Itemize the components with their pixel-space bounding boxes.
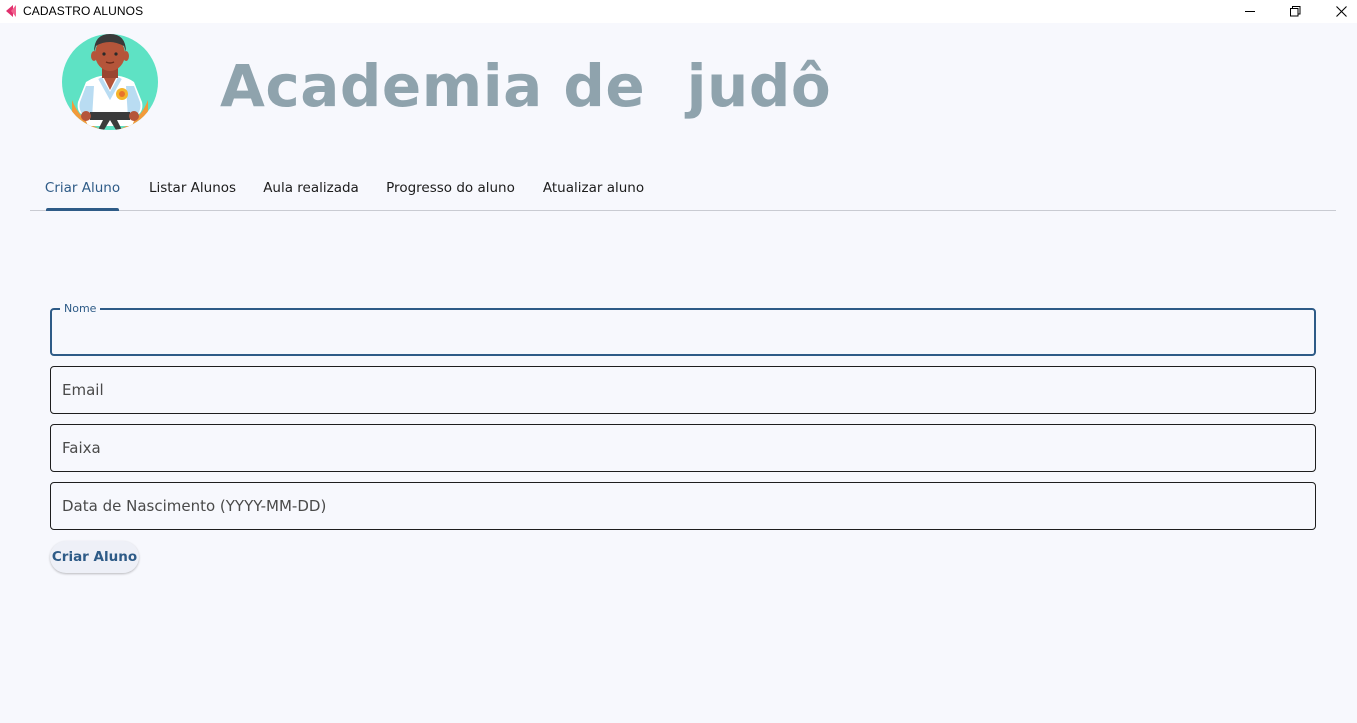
data-nascimento-input[interactable] [51,483,1315,529]
tab-bar: Criar Aluno Listar Alunos Aula realizada… [30,165,1336,211]
data-nascimento-field [50,482,1316,530]
tab-criar-aluno[interactable]: Criar Aluno [45,165,120,211]
close-button[interactable] [1318,0,1357,23]
restore-icon [1289,6,1300,17]
nome-input[interactable] [52,310,1314,354]
judoka-avatar-icon [62,34,158,130]
criar-aluno-button[interactable]: Criar Aluno [50,541,139,573]
nome-label: Nome [60,302,101,316]
email-field [50,366,1316,414]
faixa-field [50,424,1316,472]
tab-listar-alunos[interactable]: Listar Alunos [149,165,236,210]
window-titlebar: CADASTRO ALUNOS [0,0,1357,23]
window-title: CADASTRO ALUNOS [23,4,144,18]
app-title: Academia de judô [220,52,832,120]
nome-field: Nome [50,302,1316,356]
faixa-input[interactable] [51,425,1315,471]
minimize-icon [1244,11,1255,12]
tab-progresso-do-aluno[interactable]: Progresso do aluno [386,165,515,210]
tab-atualizar-aluno[interactable]: Atualizar aluno [543,165,644,210]
close-icon [1335,6,1347,17]
app-icon [6,5,16,17]
tab-aula-realizada[interactable]: Aula realizada [263,165,359,210]
restore-button[interactable] [1272,0,1318,23]
email-input[interactable] [51,367,1315,413]
minimize-button[interactable] [1227,0,1273,23]
